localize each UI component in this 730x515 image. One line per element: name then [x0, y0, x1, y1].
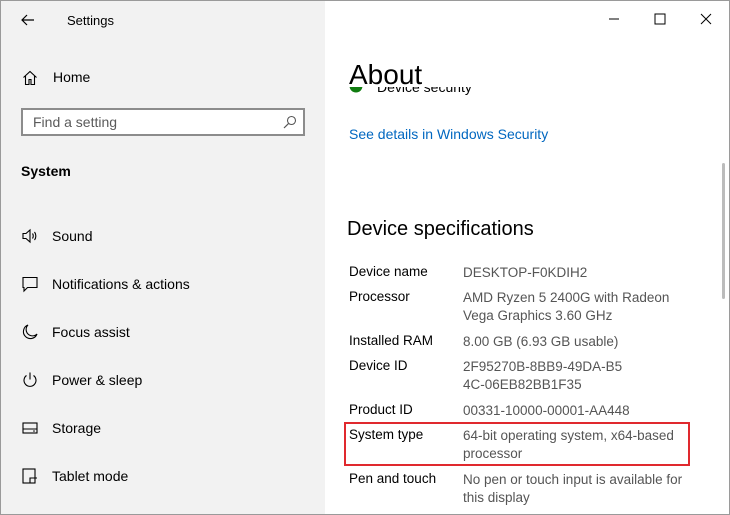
sidebar-item-sound[interactable]: Sound — [1, 216, 325, 256]
tablet-icon — [22, 468, 37, 484]
spec-label-device-id: Device ID — [349, 358, 408, 373]
back-button[interactable] — [13, 7, 43, 33]
sidebar: Settings Home System Sound — [1, 1, 325, 514]
home-icon — [23, 70, 37, 86]
search-icon — [283, 115, 297, 129]
sidebar-item-notifications[interactable]: Notifications & actions — [1, 264, 325, 304]
storage-icon — [22, 422, 38, 434]
sidebar-item-label: Focus assist — [52, 324, 130, 340]
sidebar-item-focus-assist[interactable]: Focus assist — [1, 312, 325, 352]
spec-label-product-id: Product ID — [349, 402, 413, 417]
minimize-button[interactable] — [591, 1, 637, 37]
back-arrow-icon — [21, 14, 34, 26]
sidebar-item-label: Storage — [52, 420, 102, 436]
sidebar-item-label: Sound — [52, 228, 93, 244]
spec-value-device-name: DESKTOP-F0KDIH2 — [463, 265, 588, 280]
moon-icon — [22, 324, 38, 340]
device-security-row: Device security — [349, 87, 649, 103]
spec-value-device-id: 2F95270B-8BB9-49DA-B54C-06EB82BB1F35 — [463, 359, 623, 392]
spec-value-processor: AMD Ryzen 5 2400G with Radeon Vega Graph… — [463, 290, 670, 323]
sidebar-item-label: Power & sleep — [52, 372, 143, 388]
device-specs-title: Device specifications — [347, 218, 534, 240]
check-circle-icon — [349, 87, 363, 93]
maximize-button[interactable] — [637, 1, 683, 37]
close-icon — [700, 13, 712, 25]
nav-home-label: Home — [53, 69, 91, 85]
minimize-icon — [609, 18, 619, 20]
nav-home[interactable]: Home — [1, 61, 325, 93]
spec-value-system-type: 64-bit operating system, x64-based proce… — [463, 428, 674, 461]
sidebar-item-label: Notifications & actions — [52, 276, 190, 292]
sidebar-item-storage[interactable]: Storage — [1, 408, 325, 448]
window-controls — [591, 1, 729, 37]
close-button[interactable] — [683, 1, 729, 37]
maximize-icon — [654, 13, 666, 25]
main-content: About Device security See details in Win… — [325, 1, 729, 514]
power-icon — [23, 372, 37, 387]
scrollbar-thumb[interactable] — [722, 163, 725, 299]
spec-value-pen-touch: No pen or touch input is available for t… — [463, 472, 683, 505]
device-security-label: Device security — [377, 87, 472, 95]
spec-label-system-type: System type — [349, 427, 424, 442]
search-box[interactable] — [21, 108, 305, 136]
section-system-label: System — [21, 163, 71, 179]
spec-value-product-id: 00331-10000-00001-AA448 — [463, 403, 630, 418]
windows-security-link[interactable]: See details in Windows Security — [349, 126, 548, 142]
spec-label-device-name: Device name — [349, 264, 428, 279]
spec-label-pen-touch: Pen and touch — [349, 471, 437, 486]
spec-label-processor: Processor — [349, 289, 410, 304]
spec-value-installed-ram: 8.00 GB (6.93 GB usable) — [463, 334, 619, 349]
sidebar-item-label: Tablet mode — [52, 468, 129, 484]
app-title: Settings — [67, 13, 114, 28]
speaker-icon — [22, 228, 37, 244]
sidebar-item-tablet-mode[interactable]: Tablet mode — [1, 456, 325, 496]
message-icon — [22, 276, 38, 293]
sidebar-item-power-sleep[interactable]: Power & sleep — [1, 360, 325, 400]
spec-label-installed-ram: Installed RAM — [349, 333, 434, 348]
settings-window: Settings Home System Sound — [0, 0, 730, 515]
search-input[interactable] — [23, 110, 283, 134]
